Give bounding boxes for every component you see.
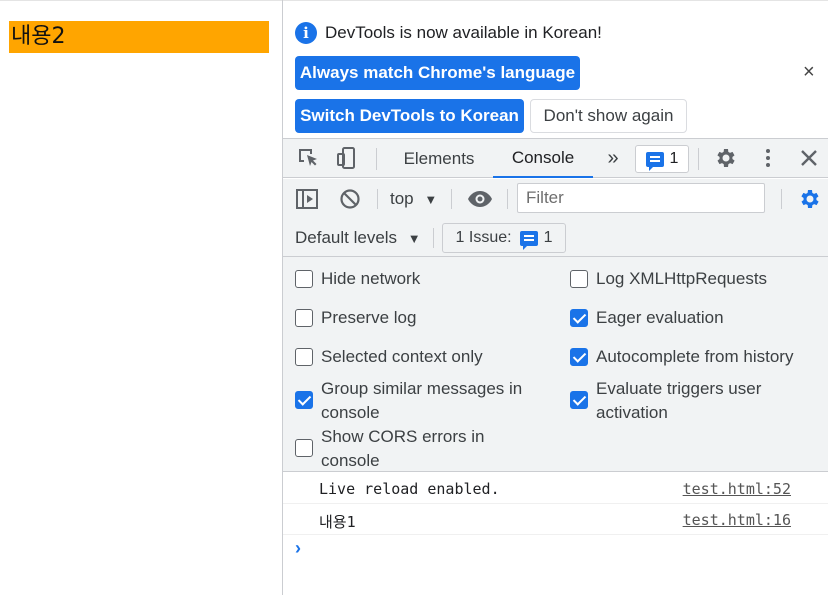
toolbar-divider bbox=[507, 189, 508, 209]
switch-to-korean-button[interactable]: Switch DevTools to Korean bbox=[295, 99, 524, 133]
log-levels-bar: Default levels ▼ 1 Issue: 1 bbox=[283, 219, 828, 257]
checkbox-unchecked[interactable] bbox=[295, 309, 313, 327]
option-selected-context-only[interactable]: Selected context only bbox=[295, 345, 483, 369]
message-text: 내용1 bbox=[319, 513, 356, 531]
filter-input[interactable]: Filter bbox=[517, 183, 765, 213]
console-message: Live reload enabled. test.html:52 bbox=[283, 473, 828, 504]
toolbar-divider bbox=[698, 148, 699, 170]
info-icon: i bbox=[295, 22, 317, 44]
checkbox-checked[interactable] bbox=[570, 309, 588, 327]
settings-gear-icon[interactable] bbox=[713, 146, 737, 170]
issue-label: 1 Issue: bbox=[455, 229, 512, 246]
option-autocomplete-history[interactable]: Autocomplete from history bbox=[570, 345, 793, 369]
chevron-down-icon: ▼ bbox=[424, 192, 438, 207]
option-label: Group similar messages in console bbox=[321, 377, 522, 425]
option-show-cors-errors[interactable]: Show CORS errors in console bbox=[295, 425, 484, 473]
checkbox-checked[interactable] bbox=[570, 348, 588, 366]
device-toolbar-icon[interactable] bbox=[335, 146, 359, 170]
show-sidebar-icon[interactable] bbox=[295, 187, 319, 211]
option-label: Preserve log bbox=[321, 308, 417, 327]
close-infobar-icon[interactable]: × bbox=[803, 61, 815, 84]
dont-show-again-button[interactable]: Don't show again bbox=[530, 99, 687, 133]
option-label-line2: activation bbox=[596, 403, 668, 422]
infobar-message: DevTools is now available in Korean! bbox=[325, 23, 602, 42]
main-tab-bar: Elements Console » 1 bbox=[283, 138, 828, 178]
option-evaluate-triggers[interactable]: Evaluate triggers user activation bbox=[570, 377, 761, 425]
option-label: Log XMLHttpRequests bbox=[596, 269, 768, 288]
context-selector[interactable]: top ▼ bbox=[390, 189, 437, 209]
option-label: Autocomplete from history bbox=[596, 347, 794, 366]
devtools-panel: i DevTools is now available in Korean! A… bbox=[282, 0, 828, 595]
option-label-line1: Evaluate triggers user bbox=[596, 379, 762, 398]
toolbar-divider bbox=[433, 228, 434, 248]
option-group-similar[interactable]: Group similar messages in console bbox=[295, 377, 522, 425]
default-levels-dropdown[interactable]: Default levels ▼ bbox=[295, 228, 421, 248]
tab-console[interactable]: Console bbox=[493, 139, 593, 178]
option-log-xhr[interactable]: Log XMLHttpRequests bbox=[570, 267, 767, 291]
toolbar-divider bbox=[451, 189, 452, 209]
console-message: 내용1 test.html:16 bbox=[283, 504, 828, 535]
language-infobar: i DevTools is now available in Korean! A… bbox=[283, 0, 828, 138]
chevron-down-icon: ▼ bbox=[407, 231, 421, 246]
content-box: 내용2 bbox=[9, 21, 269, 53]
option-hide-network[interactable]: Hide network bbox=[295, 267, 420, 291]
console-toolbar: top ▼ Filter bbox=[283, 179, 828, 219]
checkbox-unchecked[interactable] bbox=[295, 348, 313, 366]
checkbox-unchecked[interactable] bbox=[570, 270, 588, 288]
close-devtools-icon[interactable] bbox=[797, 146, 821, 170]
inspected-page: 내용2 bbox=[0, 0, 282, 595]
checkbox-checked[interactable] bbox=[570, 391, 588, 409]
option-label-line1: Show CORS errors in bbox=[321, 427, 485, 446]
live-expression-eye-icon[interactable] bbox=[467, 187, 492, 211]
checkbox-checked[interactable] bbox=[295, 391, 313, 409]
console-prompt-chevron-icon[interactable]: › bbox=[295, 538, 301, 559]
checkbox-unchecked[interactable] bbox=[295, 270, 313, 288]
option-eager-evaluation[interactable]: Eager evaluation bbox=[570, 306, 724, 330]
option-label-line2: console bbox=[321, 403, 380, 422]
context-value: top bbox=[390, 189, 414, 208]
option-label-line1: Group similar messages in bbox=[321, 379, 523, 398]
issues-count: 1 bbox=[669, 150, 679, 167]
tab-elements[interactable]: Elements bbox=[389, 139, 489, 178]
option-preserve-log[interactable]: Preserve log bbox=[295, 306, 416, 330]
issues-button[interactable]: 1 Issue: 1 bbox=[442, 223, 566, 253]
always-match-language-button[interactable]: Always match Chrome's language bbox=[295, 56, 580, 90]
clear-console-icon[interactable] bbox=[338, 187, 362, 211]
toolbar-divider bbox=[781, 189, 782, 209]
infobar-message-line: i DevTools is now available in Korean! bbox=[295, 21, 602, 45]
issue-count: 1 bbox=[543, 229, 553, 246]
message-source-link[interactable]: test.html:52 bbox=[683, 480, 791, 498]
checkbox-unchecked[interactable] bbox=[295, 439, 313, 457]
option-label: Eager evaluation bbox=[596, 308, 724, 327]
message-icon bbox=[645, 151, 664, 171]
console-settings-pane: Hide network Preserve log Selected conte… bbox=[283, 257, 828, 472]
message-icon bbox=[519, 230, 538, 250]
option-label-line2: console bbox=[321, 451, 380, 470]
option-label: Selected context only bbox=[321, 347, 483, 366]
more-tabs-icon[interactable]: » bbox=[599, 139, 627, 178]
toolbar-divider bbox=[377, 189, 378, 209]
toolbar-divider bbox=[376, 148, 377, 170]
more-options-icon[interactable] bbox=[756, 146, 780, 170]
console-settings-gear-icon[interactable] bbox=[797, 187, 821, 211]
default-levels-label: Default levels bbox=[295, 228, 398, 247]
issues-counter-button[interactable]: 1 bbox=[635, 145, 689, 173]
inspect-element-icon[interactable] bbox=[296, 146, 320, 170]
message-source-link[interactable]: test.html:16 bbox=[683, 511, 791, 529]
option-label: Evaluate triggers user activation bbox=[596, 377, 761, 425]
option-label: Hide network bbox=[321, 269, 421, 288]
option-label: Show CORS errors in console bbox=[321, 425, 484, 473]
message-text: Live reload enabled. bbox=[319, 480, 500, 498]
